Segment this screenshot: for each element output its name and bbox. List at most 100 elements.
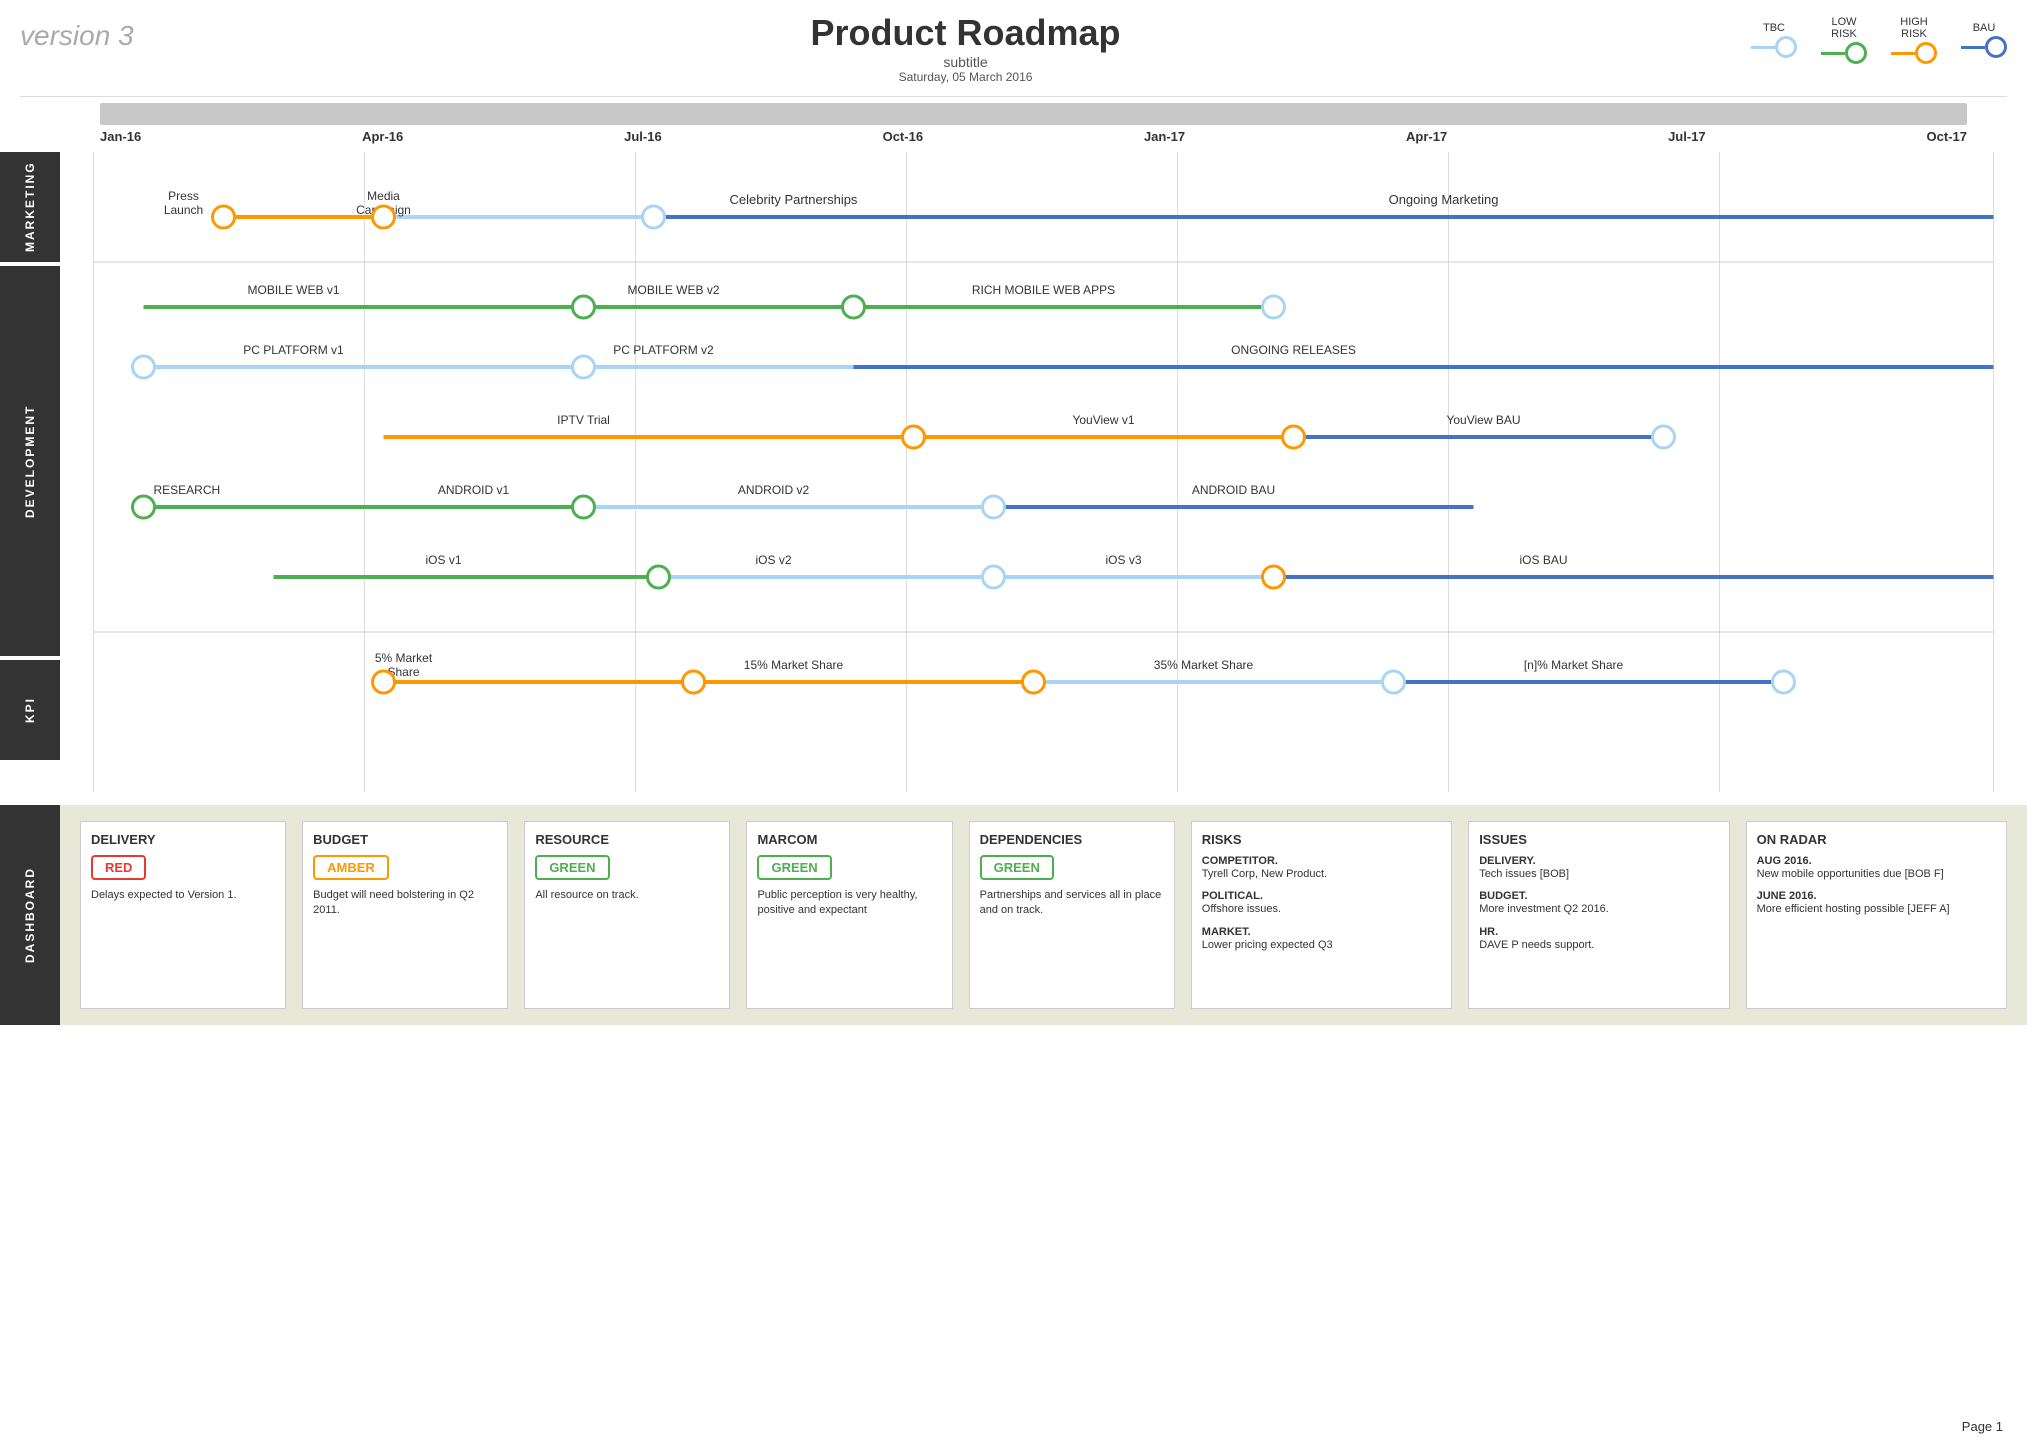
svg-text:IPTV Trial: IPTV Trial: [557, 413, 610, 427]
milestone-ios-v1: [648, 566, 670, 588]
svg-text:PC PLATFORM v1: PC PLATFORM v1: [243, 343, 344, 357]
timeline-jan17: Jan-17: [1144, 129, 1185, 144]
timeline-jan16: Jan-16: [100, 129, 141, 144]
section-labels-col: MARKETING DEVELOPMENT KPI: [0, 152, 60, 797]
svg-text:Media: Media: [367, 189, 400, 203]
budget-badge: AMBER: [313, 855, 389, 880]
milestone-ios-v3: [1263, 566, 1285, 588]
milestone-youview-v1: [1283, 426, 1305, 448]
timeline-jul17: Jul-17: [1668, 129, 1706, 144]
svg-text:YouView v1: YouView v1: [1072, 413, 1134, 427]
milestone-kpi-n: [1773, 671, 1795, 693]
milestone-rich-mobile: [843, 296, 865, 318]
page-number: Page 1: [1962, 1419, 2003, 1434]
timeline-apr17: Apr-17: [1406, 129, 1447, 144]
risks-market: MARKET. Lower pricing expected Q3: [1202, 926, 1441, 953]
milestone-press-launch: [213, 206, 235, 228]
timeline-bar: [100, 103, 1967, 125]
delivery-title: DELIVERY: [91, 832, 275, 847]
svg-text:ANDROID v2: ANDROID v2: [738, 483, 810, 497]
timeline-jul16: Jul-16: [624, 129, 662, 144]
svg-text:ANDROID BAU: ANDROID BAU: [1192, 483, 1275, 497]
svg-text:35% Market Share: 35% Market Share: [1154, 658, 1254, 672]
milestone-kpi-5pct-end: [683, 671, 705, 693]
marketing-label: MARKETING: [0, 152, 60, 262]
version-label: version 3: [20, 12, 180, 52]
page-footer: Page 1: [1962, 1419, 2003, 1434]
date-label: Saturday, 05 March 2016: [180, 70, 1751, 84]
milestone-kpi-35pct: [1383, 671, 1405, 693]
milestone-kpi-15pct: [1023, 671, 1045, 693]
dashboard-content: DELIVERY RED Delays expected to Version …: [60, 805, 2027, 1025]
svg-text:iOS BAU: iOS BAU: [1519, 553, 1567, 567]
legend-high-risk: HIGHRISK: [1891, 16, 1937, 64]
risks-political: POLITICAL. Offshore issues.: [1202, 890, 1441, 917]
timeline-oct17: Oct-17: [1927, 129, 1967, 144]
milestone-pc-v2: [573, 356, 595, 378]
budget-text: Budget will need bolstering in Q2 2011.: [313, 888, 497, 919]
delivery-badge: RED: [91, 855, 146, 880]
resource-text: All resource on track.: [535, 888, 719, 903]
legend-block: TBC LOWRISK HIGHRISK BAU: [1751, 12, 2007, 64]
svg-text:ONGOING RELEASES: ONGOING RELEASES: [1231, 343, 1356, 357]
milestone-media-campaign: [373, 206, 395, 228]
svg-text:iOS v1: iOS v1: [425, 553, 461, 567]
marcom-badge: GREEN: [757, 855, 831, 880]
svg-text:5% Market: 5% Market: [375, 651, 433, 665]
svg-text:ANDROID v1: ANDROID v1: [438, 483, 510, 497]
resource-card: RESOURCE GREEN All resource on track.: [524, 821, 730, 1009]
delivery-card: DELIVERY RED Delays expected to Version …: [80, 821, 286, 1009]
marcom-card: MARCOM GREEN Public perception is very h…: [746, 821, 952, 1009]
dependencies-card: DEPENDENCIES GREEN Partnerships and serv…: [969, 821, 1175, 1009]
radar-aug: AUG 2016. New mobile opportunities due […: [1757, 855, 1996, 882]
svg-text:PC PLATFORM v2: PC PLATFORM v2: [613, 343, 714, 357]
issues-card: ISSUES DELIVERY. Tech issues [BOB] BUDGE…: [1468, 821, 1729, 1009]
marcom-text: Public perception is very healthy, posit…: [757, 888, 941, 919]
dashboard-section: DASHBOARD DELIVERY RED Delays expected t…: [0, 805, 2027, 1025]
subtitle: subtitle: [180, 54, 1751, 70]
timeline-labels: Jan-16 Apr-16 Jul-16 Oct-16 Jan-17 Apr-1…: [100, 125, 1967, 144]
svg-text:RICH MOBILE WEB APPS: RICH MOBILE WEB APPS: [972, 283, 1115, 297]
header: version 3 Product Roadmap subtitle Satur…: [0, 0, 2027, 90]
risks-card: RISKS COMPETITOR. Tyrell Corp, New Produ…: [1191, 821, 1452, 1009]
svg-text:RESEARCH: RESEARCH: [154, 483, 221, 497]
dependencies-badge: GREEN: [980, 855, 1054, 880]
milestone-pc-v1: [133, 356, 155, 378]
svg-text:iOS v3: iOS v3: [1105, 553, 1141, 567]
issues-hr: HR. DAVE P needs support.: [1479, 926, 1718, 953]
title-block: Product Roadmap subtitle Saturday, 05 Ma…: [180, 12, 1751, 84]
timeline-area: Jan-16 Apr-16 Jul-16 Oct-16 Jan-17 Apr-1…: [100, 103, 1967, 144]
milestone-rich-mobile-end: [1263, 296, 1285, 318]
roadmap-main: MARKETING DEVELOPMENT KPI Press Launch: [0, 152, 2027, 797]
roadmap-content: Press Launch Media Campaign Celebrity Pa…: [60, 152, 2027, 797]
issues-title: ISSUES: [1479, 832, 1718, 847]
milestone-kpi-5pct: [373, 671, 395, 693]
svg-text:MOBILE WEB v2: MOBILE WEB v2: [627, 283, 719, 297]
timeline-oct16: Oct-16: [883, 129, 923, 144]
on-radar-card: ON RADAR AUG 2016. New mobile opportunit…: [1746, 821, 2007, 1009]
milestone-research: [133, 496, 155, 518]
svg-text:Launch: Launch: [164, 203, 203, 217]
milestone-youview-bau: [1653, 426, 1675, 448]
roadmap-svg: Press Launch Media Campaign Celebrity Pa…: [60, 152, 2027, 792]
svg-text:Celebrity Partnerships: Celebrity Partnerships: [730, 192, 858, 207]
delivery-text: Delays expected to Version 1.: [91, 888, 275, 903]
svg-text:iOS v2: iOS v2: [755, 553, 791, 567]
development-label: DEVELOPMENT: [0, 266, 60, 656]
dependencies-title: DEPENDENCIES: [980, 832, 1164, 847]
dashboard-label: DASHBOARD: [0, 805, 60, 1025]
milestone-mobile-web-v2: [573, 296, 595, 318]
issues-budget: BUDGET. More investment Q2 2016.: [1479, 890, 1718, 917]
milestone-android-v2: [983, 496, 1005, 518]
svg-text:MOBILE WEB v1: MOBILE WEB v1: [247, 283, 339, 297]
dependencies-text: Partnerships and services all in place a…: [980, 888, 1164, 919]
resource-badge: GREEN: [535, 855, 609, 880]
radar-june: JUNE 2016. More efficient hosting possib…: [1757, 890, 1996, 917]
svg-text:Ongoing Marketing: Ongoing Marketing: [1389, 192, 1499, 207]
press-launch-label: Press: [168, 189, 199, 203]
milestone-android-v1: [573, 496, 595, 518]
svg-text:[n]% Market Share: [n]% Market Share: [1524, 658, 1624, 672]
svg-text:15% Market Share: 15% Market Share: [744, 658, 844, 672]
marcom-title: MARCOM: [757, 832, 941, 847]
issues-delivery: DELIVERY. Tech issues [BOB]: [1479, 855, 1718, 882]
